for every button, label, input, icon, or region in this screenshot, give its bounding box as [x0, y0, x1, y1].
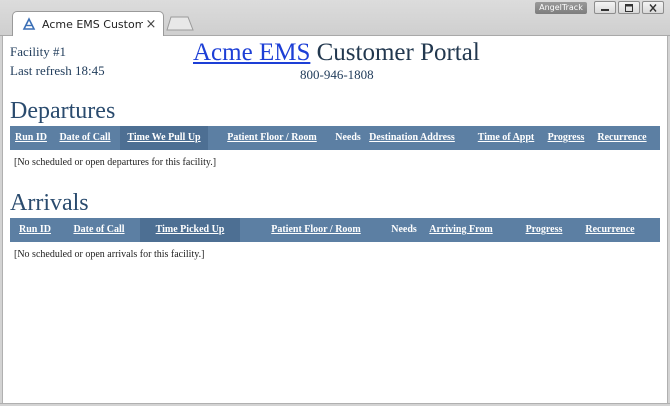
- departures-col-patient-floor-room[interactable]: Patient Floor / Room: [222, 126, 322, 150]
- arrivals-col-patient-floor-room[interactable]: Patient Floor / Room: [266, 218, 366, 242]
- company-link[interactable]: Acme EMS: [193, 39, 310, 66]
- arrivals-heading: Arrivals: [10, 190, 89, 216]
- departures-header-row: Run ID Date of Call Time We Pull Up Pati…: [10, 126, 660, 150]
- browser-chrome: Acme EMS Customer Portal × AngelTrack: [0, 0, 670, 36]
- departures-col-time-of-appt[interactable]: Time of Appt: [476, 126, 536, 150]
- arrivals-col-needs: Needs: [391, 224, 417, 235]
- brand-badge: AngelTrack: [535, 2, 587, 14]
- minimize-icon: [600, 0, 610, 17]
- arrivals-col-progress[interactable]: Progress: [522, 218, 566, 242]
- phone-number: 800-946-1808: [300, 67, 374, 82]
- arrivals-col-run-id[interactable]: Run ID: [10, 218, 60, 242]
- arrivals-col-time-picked-up[interactable]: Time Picked Up: [140, 218, 240, 242]
- departures-empty-message: [No scheduled or open departures for thi…: [14, 157, 217, 168]
- page-title: Acme EMS Customer Portal: [193, 39, 480, 67]
- maximize-button[interactable]: [618, 1, 640, 14]
- browser-tab[interactable]: Acme EMS Customer Portal ×: [12, 11, 164, 36]
- close-tab-icon[interactable]: ×: [143, 17, 159, 32]
- arrivals-col-recurrence[interactable]: Recurrence: [582, 218, 638, 242]
- departures-col-recurrence[interactable]: Recurrence: [594, 126, 650, 150]
- window-frame-left: [0, 36, 3, 406]
- arrivals-col-date-of-call[interactable]: Date of Call: [62, 218, 136, 242]
- departures-col-needs: Needs: [335, 132, 361, 143]
- departures-heading: Departures: [10, 98, 116, 124]
- window-controls: [594, 1, 664, 14]
- new-tab-button[interactable]: [166, 16, 194, 31]
- close-window-button[interactable]: [642, 1, 664, 14]
- departures-col-progress[interactable]: Progress: [544, 126, 588, 150]
- departures-col-time-we-pull-up[interactable]: Time We Pull Up: [120, 126, 208, 150]
- angeltrack-favicon-icon: [22, 17, 36, 31]
- restore-icon: [624, 0, 634, 17]
- minimize-button[interactable]: [594, 1, 616, 14]
- last-refresh: Last refresh 18:45: [10, 63, 105, 78]
- tab-title: Acme EMS Customer Portal: [42, 17, 143, 31]
- departures-col-date-of-call[interactable]: Date of Call: [54, 126, 116, 150]
- arrivals-empty-message: [No scheduled or open arrivals for this …: [14, 249, 205, 260]
- arrivals-col-arriving-from[interactable]: Arriving From: [424, 218, 498, 242]
- page-title-suffix: Customer Portal: [310, 39, 480, 66]
- close-icon: [648, 0, 658, 17]
- departures-col-run-id[interactable]: Run ID: [10, 126, 52, 150]
- departures-col-destination-address[interactable]: Destination Address: [366, 126, 458, 150]
- arrivals-header-row: Run ID Date of Call Time Picked Up Patie…: [10, 218, 660, 242]
- facility-name: Facility #1: [10, 44, 66, 59]
